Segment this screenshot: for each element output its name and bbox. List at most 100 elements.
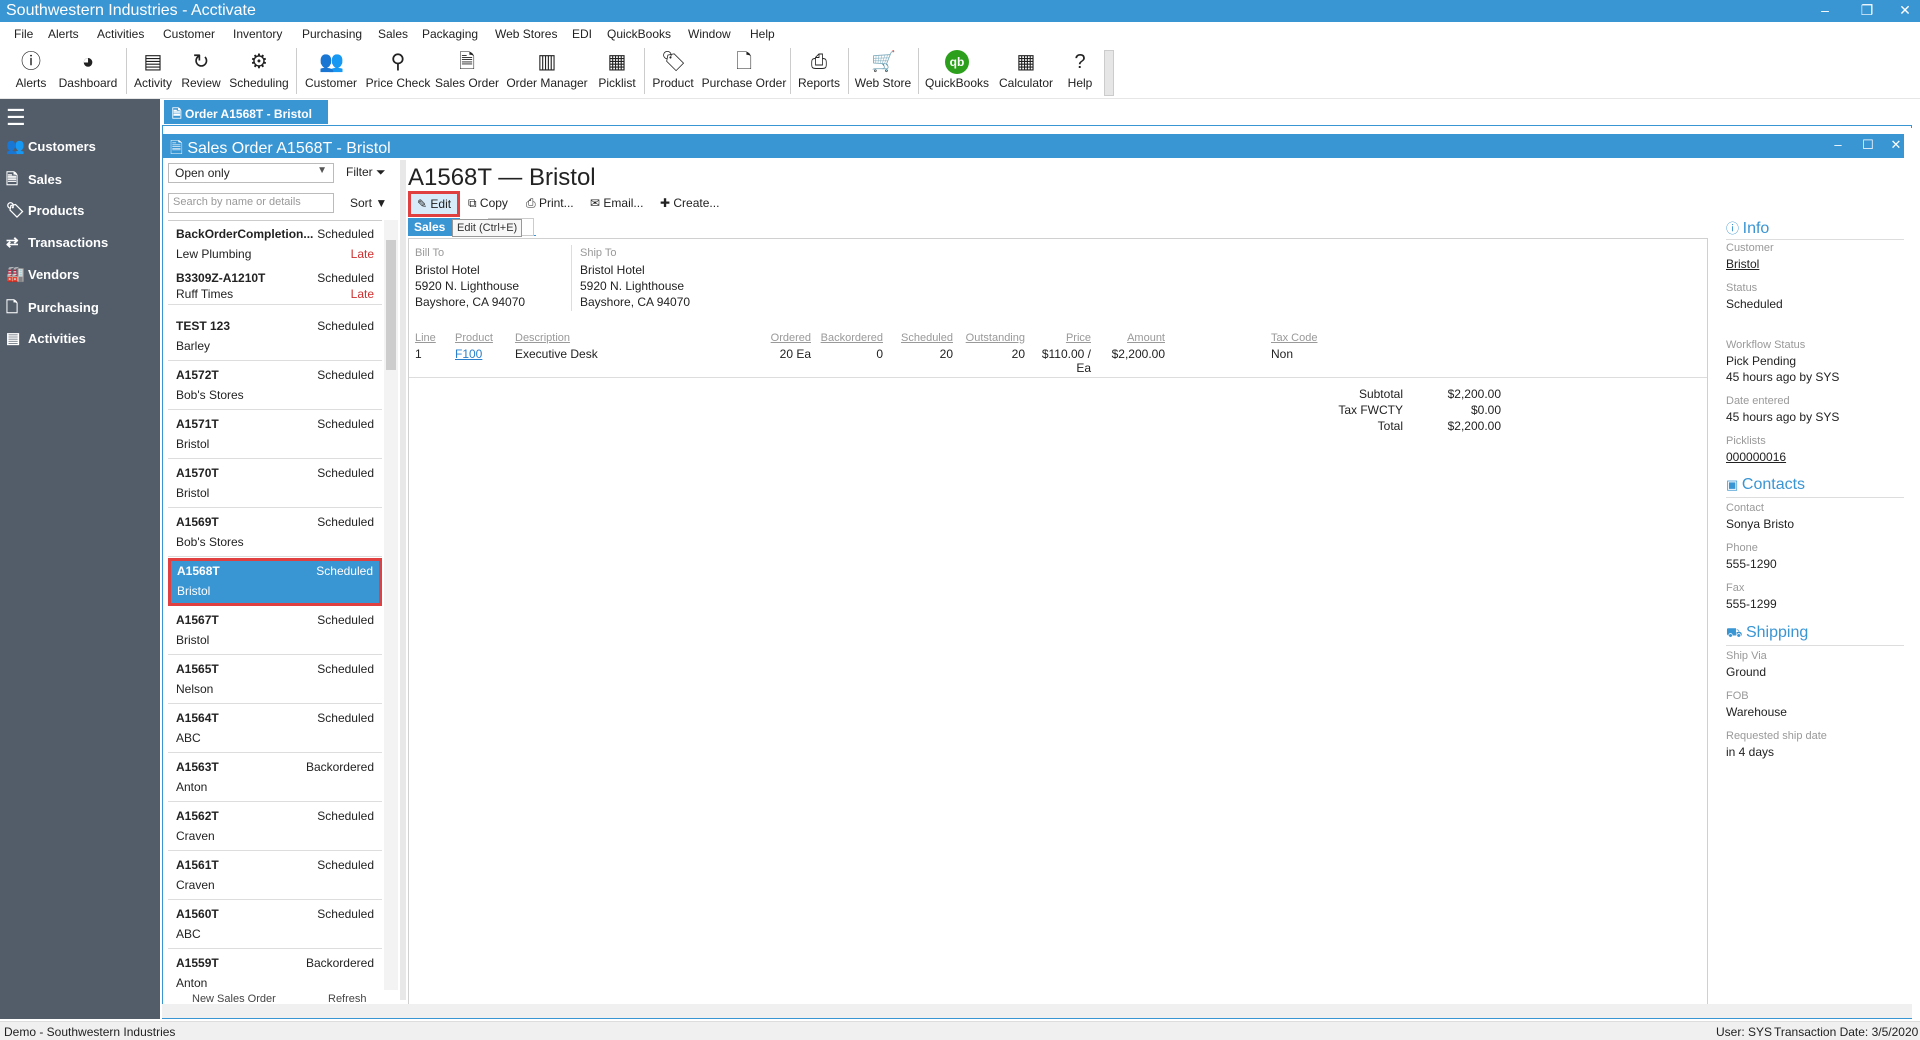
customer-link[interactable]: Bristol [1726, 257, 1759, 271]
sidebar-item-vendors[interactable]: 🏭 Vendors [6, 265, 79, 285]
review-icon: ↻ [192, 51, 210, 73]
toolbar-web-store[interactable]: 🛒 Web Store [852, 46, 914, 96]
toolbar-activity[interactable]: ▤ Activity [130, 46, 176, 96]
window-minimize-button[interactable]: – [1824, 137, 1852, 152]
col-outstanding[interactable]: Outstanding [953, 332, 1025, 344]
list-item[interactable]: BackOrderCompletion... Scheduled Lew Plumb… [168, 221, 382, 269]
col-tax-code[interactable]: Tax Code [1271, 332, 1317, 344]
horizontal-scrollbar[interactable] [162, 1004, 1912, 1018]
email-button[interactable]: ✉ Email... [586, 194, 647, 214]
app-title: Southwestern Industries - Acctivate [6, 2, 256, 19]
shipping-section-header: ⛟ Shipping [1726, 624, 1910, 646]
sidebar-item-sales[interactable]: 🗎 Sales [6, 169, 62, 189]
menu-alerts[interactable]: Alerts [48, 27, 79, 41]
menu-file[interactable]: File [14, 27, 33, 41]
col-line[interactable]: Line [415, 332, 436, 344]
toolbar-scheduling[interactable]: ⚙ Scheduling [226, 46, 292, 96]
list-item[interactable]: TEST 123 Scheduled Barley [168, 313, 382, 361]
sidebar-item-products[interactable]: 🏷 Products [6, 201, 84, 221]
restore-button[interactable]: ❐ [1852, 2, 1882, 19]
workflow-time: 45 hours ago by SYS [1726, 370, 1840, 384]
hamburger-menu-icon[interactable]: ☰ [6, 105, 26, 131]
status-filter-dropdown[interactable]: Open only ▼ [168, 163, 334, 183]
list-item[interactable]: A1567T Scheduled Bristol [168, 607, 382, 655]
menu-help[interactable]: Help [750, 27, 775, 41]
toolbar-picklist[interactable]: ▦ Picklist [594, 46, 640, 96]
panel-splitter[interactable] [400, 160, 406, 1000]
picklist-link[interactable]: 000000016 [1726, 450, 1786, 464]
toolbar-review[interactable]: ↻ Review [178, 46, 224, 96]
minimize-button[interactable]: – [1810, 2, 1840, 18]
list-item-selected[interactable]: A1568T Scheduled Bristol [168, 558, 382, 606]
menu-web-stores[interactable]: Web Stores [495, 27, 557, 41]
toolbar-purchase-order[interactable]: 🗋 Purchase Order [700, 46, 788, 96]
print-button[interactable]: ⎙ Print... [522, 194, 578, 214]
sidebar-item-transactions[interactable]: ⇄ Transactions [6, 233, 108, 253]
toolbar-overflow[interactable] [1104, 50, 1114, 96]
list-item[interactable]: A1571T Scheduled Bristol [168, 411, 382, 459]
menu-activities[interactable]: Activities [97, 27, 144, 41]
col-scheduled[interactable]: Scheduled [883, 332, 953, 344]
toolbar-order-manager[interactable]: ▥ Order Manager [504, 46, 590, 96]
window-maximize-button[interactable]: ☐ [1854, 137, 1882, 153]
fax-value: 555-1299 [1726, 597, 1777, 611]
sidebar-item-activities[interactable]: ▤ Activities [6, 329, 86, 349]
col-description[interactable]: Description [515, 332, 570, 344]
col-product[interactable]: Product [455, 332, 493, 344]
list-item[interactable]: A1562T Scheduled Craven [168, 803, 382, 851]
menu-inventory[interactable]: Inventory [233, 27, 282, 41]
toolbar-help[interactable]: ? Help [1060, 46, 1100, 96]
status-value: Scheduled [1726, 297, 1783, 311]
menu-quickbooks[interactable]: QuickBooks [607, 27, 671, 41]
list-item[interactable]: B3309Z-A1210T Scheduled Ruff Times Late [168, 265, 382, 305]
toolbar-calculator[interactable]: ▦ Calculator [996, 46, 1056, 96]
filter-button[interactable]: Filter ⏷ [346, 165, 386, 180]
col-amount[interactable]: Amount [1091, 332, 1165, 344]
create-button[interactable]: ✚ Create... [656, 194, 723, 214]
toolbar-quickbooks[interactable]: qb QuickBooks [922, 46, 992, 96]
edit-button[interactable]: ✎ Edit [408, 191, 461, 217]
menu-customer[interactable]: Customer [163, 27, 215, 41]
menu-edi[interactable]: EDI [572, 27, 592, 41]
product-link[interactable]: F100 [455, 347, 482, 361]
menu-purchasing[interactable]: Purchasing [302, 27, 362, 41]
toolbar-dashboard[interactable]: ◕ Dashboard [56, 46, 120, 96]
list-item[interactable]: A1572T Scheduled Bob's Stores [168, 362, 382, 410]
toolbar-reports[interactable]: ⎙ Reports [794, 46, 844, 96]
list-item[interactable]: A1559T Backordered Anton [168, 950, 382, 990]
col-ordered[interactable]: Ordered [739, 332, 811, 344]
list-item[interactable]: A1564T Scheduled ABC [168, 705, 382, 753]
list-item[interactable]: A1570T Scheduled Bristol [168, 460, 382, 508]
panel-scrollbar[interactable] [1904, 128, 1918, 1004]
toolbar-price-check[interactable]: ⚲ Price Check [364, 46, 432, 96]
list-item[interactable]: A1560T Scheduled ABC [168, 901, 382, 949]
window-title: 🗎 Sales Order A1568T - Bristol [170, 140, 391, 157]
document-icon: 🗎 [172, 107, 185, 121]
scrollbar-thumb[interactable] [386, 240, 396, 370]
table-row[interactable]: 1 F100 Executive Desk 20 Ea 0 20 20 $110… [409, 345, 1707, 375]
col-backordered[interactable]: Backordered [811, 332, 883, 344]
list-item[interactable]: A1565T Scheduled Nelson [168, 656, 382, 704]
list-item[interactable]: A1563T Backordered Anton [168, 754, 382, 802]
toolbar-customer[interactable]: 👥 Customer [300, 46, 362, 96]
list-item[interactable]: A1569T Scheduled Bob's Stores [168, 509, 382, 557]
sidebar-item-purchasing[interactable]: 🗋 Purchasing [6, 297, 99, 317]
col-price[interactable]: Price [1025, 332, 1091, 344]
copy-button[interactable]: ⧉ Copy [464, 194, 512, 214]
close-button[interactable]: ✕ [1890, 2, 1920, 19]
sort-button[interactable]: Sort ▼ [350, 196, 387, 210]
search-input[interactable]: Search by name or details [168, 193, 334, 213]
sidebar: ☰ 👥 Customers 🗎 Sales 🏷 Products ⇄ Transacti… [0, 99, 160, 1019]
document-tab[interactable]: 🗎 Order A1568T - Bristol [164, 100, 328, 124]
list-item[interactable]: A1561T Scheduled Craven [168, 852, 382, 900]
product-icon: 🏷 [661, 51, 687, 73]
sidebar-item-customers[interactable]: 👥 Customers [6, 137, 96, 157]
menu-window[interactable]: Window [688, 27, 731, 41]
toolbar-product[interactable]: 🏷 Product [648, 46, 698, 96]
window-title-bar: 🗎 Sales Order A1568T - Bristol – ☐ ✕ [162, 134, 1912, 158]
menu-packaging[interactable]: Packaging [422, 27, 478, 41]
menu-sales[interactable]: Sales [378, 27, 408, 41]
toolbar-alerts[interactable]: ⓘ Alerts [10, 46, 52, 96]
toolbar-sales-order[interactable]: 🗎 Sales Order [434, 46, 500, 96]
list-scrollbar[interactable] [384, 220, 398, 990]
